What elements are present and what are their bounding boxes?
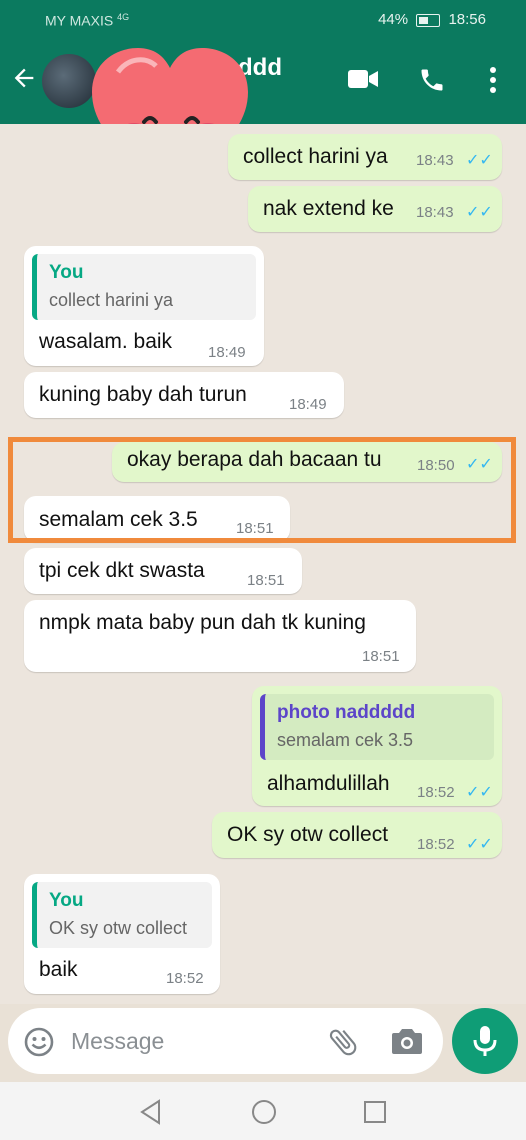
quote-author: You [49,262,84,283]
status-right: 44% 18:56 [378,11,486,28]
message-time: 18:51 [362,648,400,665]
message-time: 18:49 [208,344,246,361]
quote-text: OK sy otw collect [49,918,188,938]
message-bubble[interactable]: okay berapa dah bacaan tu 18:50 ✓✓ [112,442,502,482]
mic-icon [472,1024,498,1063]
quoted-message[interactable]: You collect harini ya [32,254,256,320]
read-ticks-icon: ✓✓ [466,836,493,853]
message-text: wasalam. baik [39,330,173,353]
message-text: OK sy otw collect [227,823,389,846]
quote-author: You [49,890,84,911]
message-text: collect harini ya [243,145,388,168]
message-text: alhamdulillah [267,772,390,795]
message-bubble[interactable]: You collect harini ya wasalam. baik 18:4… [24,246,264,366]
message-bubble[interactable]: nak extend ke 18:43 ✓✓ [248,186,502,232]
more-icon[interactable] [488,66,498,99]
message-bubble[interactable]: You OK sy otw collect baik 18:52 [24,874,220,994]
message-time: 18:51 [247,572,285,589]
quote-author: photo naddddd [277,702,416,723]
chat-area[interactable]: collect harini ya 18:43 ✓✓ nak extend ke… [0,124,526,1004]
message-bubble[interactable]: OK sy otw collect 18:52 ✓✓ [212,812,502,858]
quoted-message[interactable]: You OK sy otw collect [32,882,212,948]
message-input[interactable]: Message [71,1028,164,1055]
phone-icon[interactable] [418,66,446,99]
emoji-icon[interactable] [23,1026,55,1063]
message-time: 18:43 [416,204,454,221]
message-time: 18:51 [236,520,274,537]
message-bubble[interactable]: tpi cek dkt swasta 18:51 [24,548,302,594]
quote-text: semalam cek 3.5 [277,730,414,750]
camera-icon[interactable] [391,1026,423,1061]
quote-text: collect harini ya [49,290,174,310]
message-bubble[interactable]: kuning baby dah turun 18:49 [24,372,344,418]
message-bubble[interactable]: photo naddddd semalam cek 3.5 alhamdulil… [252,686,502,806]
read-ticks-icon: ✓✓ [466,456,493,473]
nav-back-icon[interactable] [139,1099,163,1130]
message-time: 18:52 [417,836,455,853]
message-time: 18:50 [417,457,455,474]
message-text: tpi cek dkt swasta [39,559,205,582]
status-clock: 18:56 [448,11,486,28]
message-composer[interactable]: Message [8,1008,443,1074]
video-call-icon[interactable] [347,66,379,97]
battery-percent: 44% [378,11,409,28]
read-ticks-icon: ✓✓ [466,152,493,169]
message-text: kuning baby dah turun [39,383,247,406]
message-time: 18:52 [166,970,204,987]
message-text: nak extend ke [263,197,394,220]
status-bar: MY MAXIS 4G 44% 18:56 [0,0,526,40]
read-ticks-icon: ✓✓ [466,784,493,801]
chat-header: ddd [0,40,526,192]
battery-icon [416,13,441,27]
message-bubble[interactable]: semalam cek 3.5 18:51 [24,496,290,542]
nav-recents-icon[interactable] [363,1100,387,1129]
carrier-label: MY MAXIS 4G [45,12,129,29]
attach-icon[interactable] [326,1025,360,1064]
message-time: 18:43 [416,152,454,169]
quoted-message[interactable]: photo naddddd semalam cek 3.5 [260,694,494,760]
network-type: 4G [117,12,130,22]
message-text: nmpk mata baby pun dah tk kuning [39,611,366,634]
message-text: baik [39,958,78,981]
back-arrow-icon[interactable] [10,64,40,94]
read-ticks-icon: ✓✓ [466,204,493,221]
carrier-text: MY MAXIS [45,12,114,29]
nav-home-icon[interactable] [251,1099,277,1130]
mic-button[interactable] [452,1008,518,1074]
message-bubble[interactable]: nmpk mata baby pun dah tk kuning 18:51 [24,600,416,672]
message-time: 18:52 [417,784,455,801]
message-time: 18:49 [289,396,327,413]
system-nav-bar [0,1082,526,1140]
message-bubble[interactable]: collect harini ya 18:43 ✓✓ [228,134,502,180]
message-text: okay berapa dah bacaan tu [127,448,382,471]
message-text: semalam cek 3.5 [39,508,198,531]
